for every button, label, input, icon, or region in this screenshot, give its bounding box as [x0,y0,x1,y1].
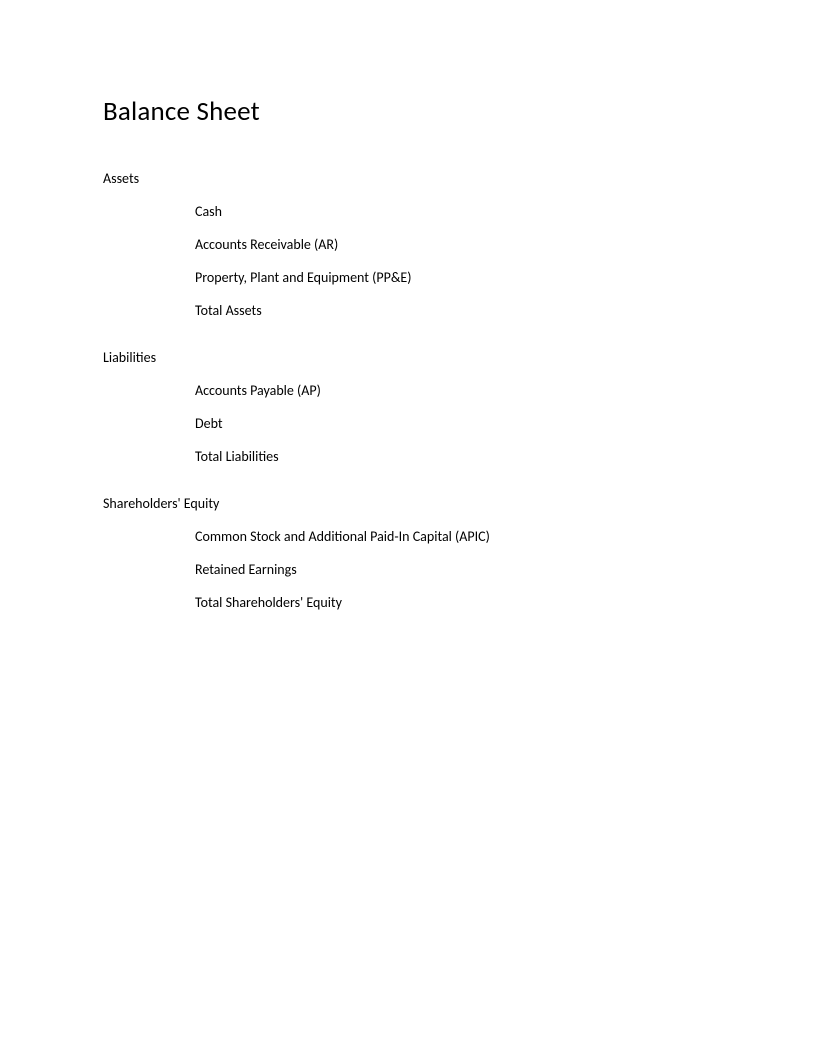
liabilities-section: Liabilities Accounts Payable (AP) Debt T… [103,349,817,465]
line-item: Common Stock and Additional Paid-In Capi… [103,528,817,545]
assets-section: Assets Cash Accounts Receivable (AR) Pro… [103,170,817,319]
equity-header: Shareholders' Equity [103,495,817,512]
line-item: Accounts Receivable (AR) [103,236,817,253]
line-item: Total Shareholders' Equity [103,594,817,611]
line-item: Retained Earnings [103,561,817,578]
equity-section: Shareholders' Equity Common Stock and Ad… [103,495,817,611]
line-item: Debt [103,415,817,432]
line-item: Total Liabilities [103,448,817,465]
liabilities-header: Liabilities [103,349,817,366]
line-item: Accounts Payable (AP) [103,382,817,399]
assets-header: Assets [103,170,817,187]
line-item: Total Assets [103,302,817,319]
line-item: Cash [103,203,817,220]
line-item: Property, Plant and Equipment (PP&E) [103,269,817,286]
document-title: Balance Sheet [103,95,817,128]
